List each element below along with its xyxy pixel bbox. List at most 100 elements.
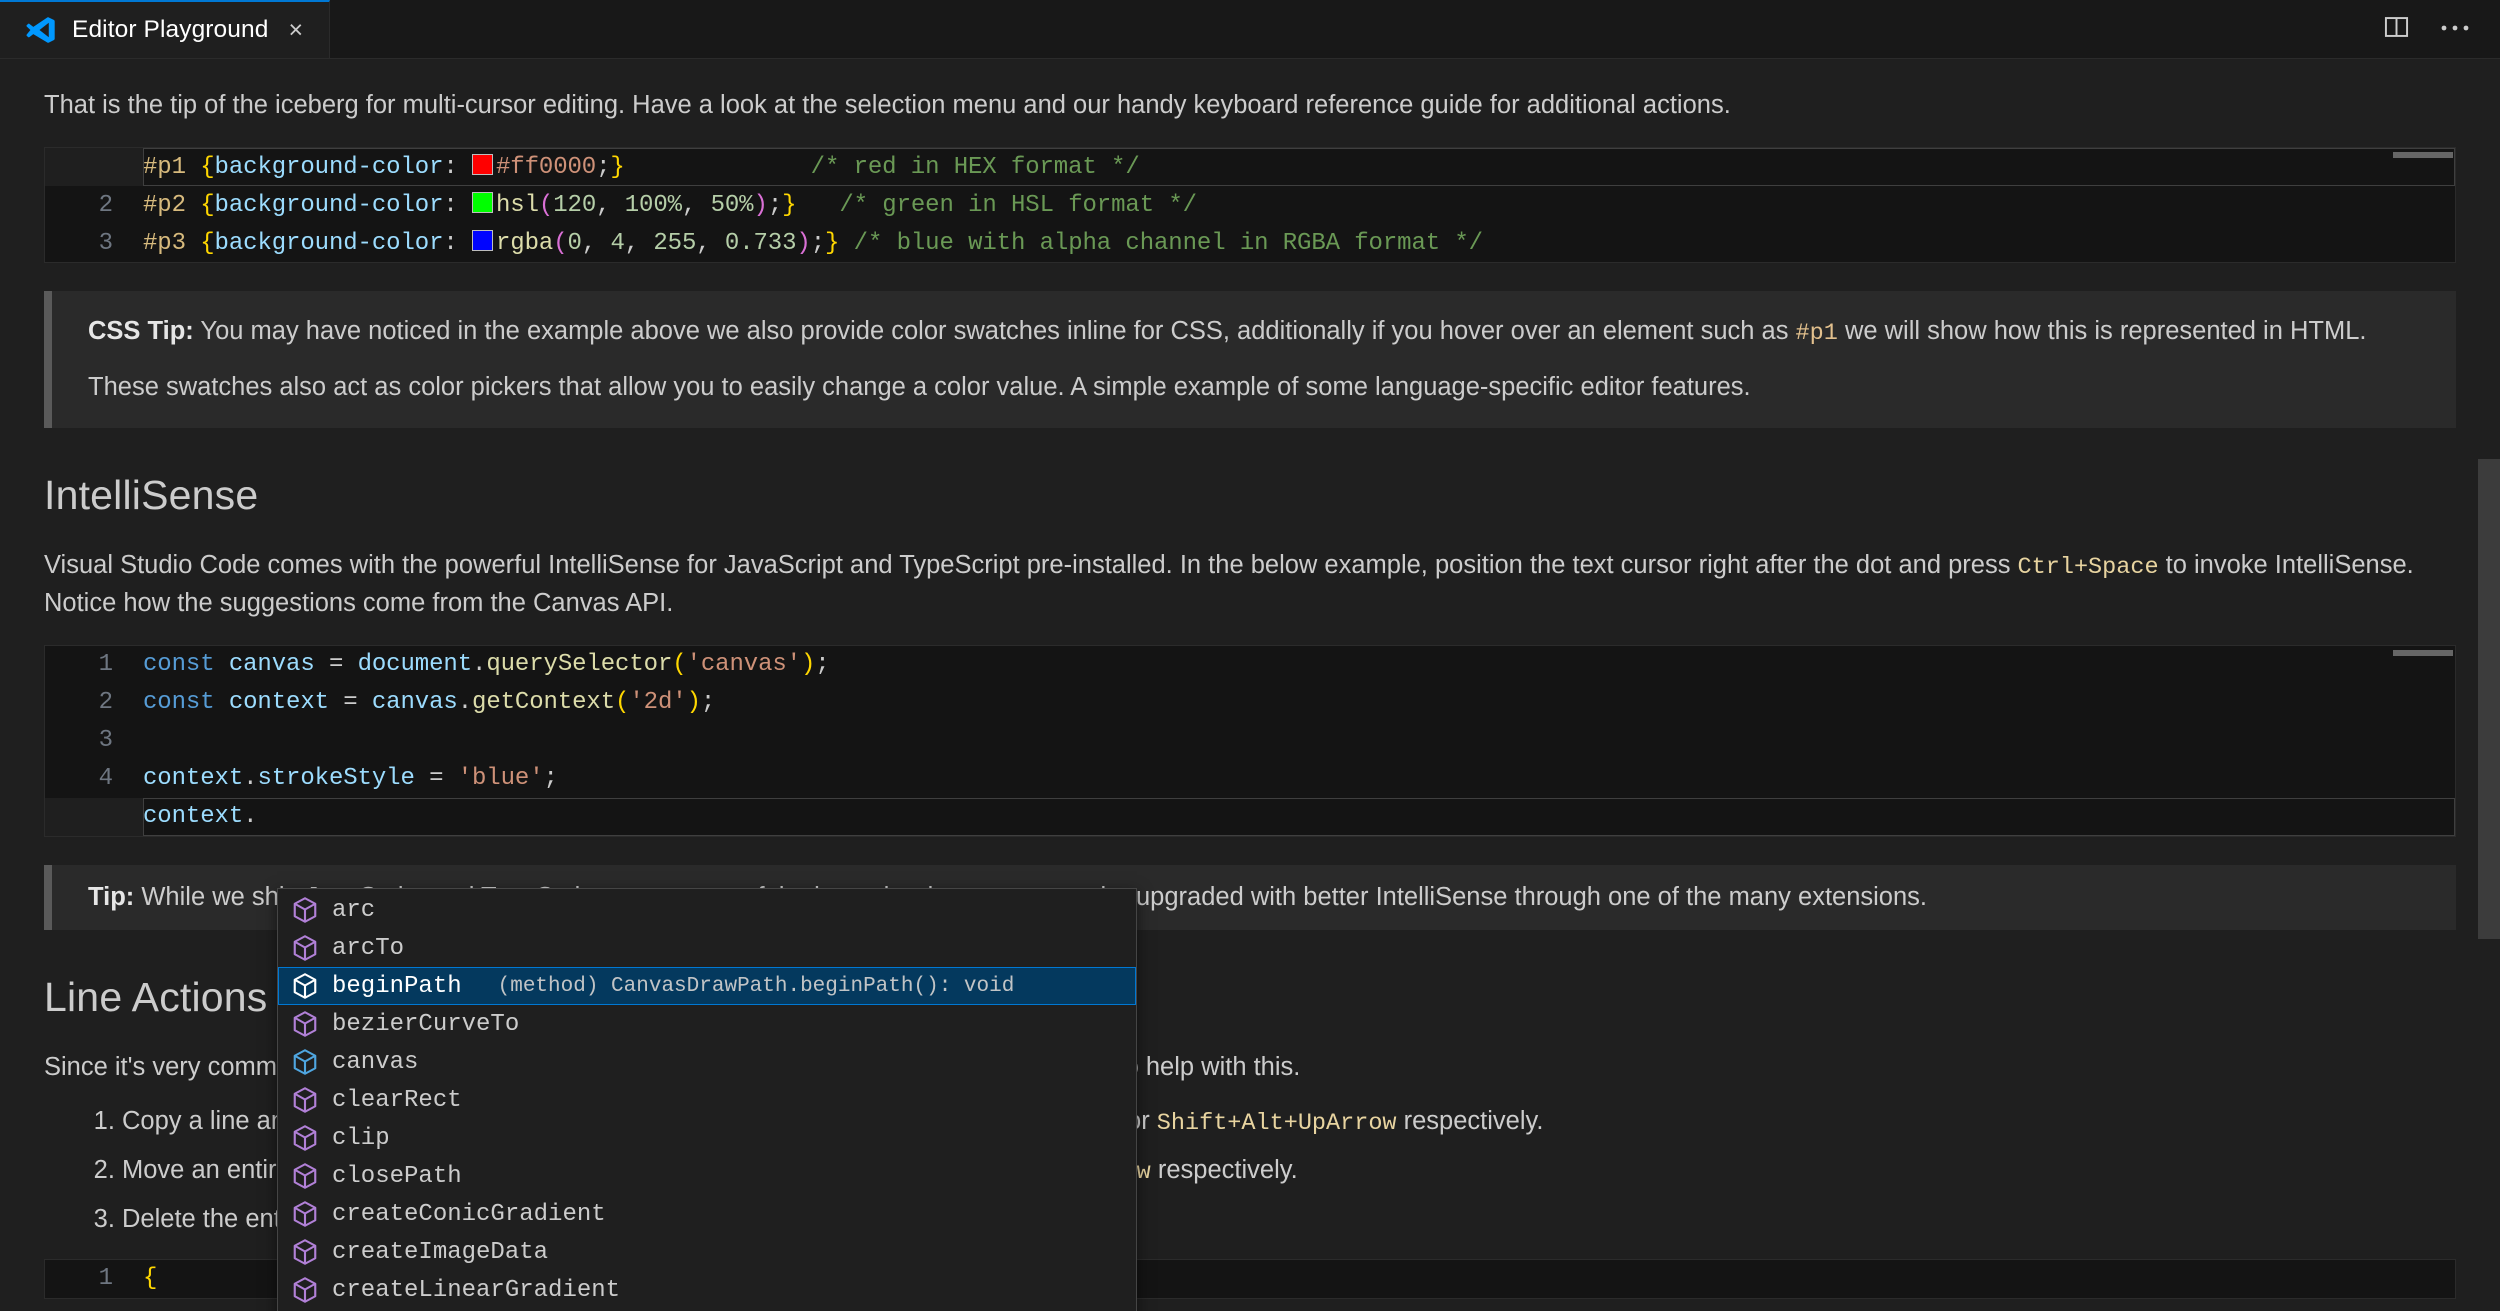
code-token: , xyxy=(682,192,711,219)
suggest-item-clip[interactable]: clip xyxy=(278,1119,1136,1157)
code-line-text: context.strokeStyle = 'blue'; xyxy=(143,765,558,792)
code-token: background-color xyxy=(215,230,444,257)
tab-bar-spacer xyxy=(330,0,2383,58)
color-swatch[interactable] xyxy=(472,230,493,251)
close-icon[interactable]: × xyxy=(288,18,303,43)
code-line[interactable]: 4context.strokeStyle = 'blue'; xyxy=(45,760,2455,798)
editor-actions xyxy=(2383,0,2500,58)
code-token: = xyxy=(415,765,458,792)
code-line[interactable]: 1const canvas = document.querySelector('… xyxy=(45,646,2455,684)
code-line-text: #p3 {background-color: rgba(0, 4, 255, 0… xyxy=(143,230,1483,257)
code-line[interactable]: 3 xyxy=(45,722,2455,760)
code-token: #p1 xyxy=(143,154,200,181)
line-number: 1 xyxy=(45,1265,143,1292)
code-token: ; xyxy=(815,651,829,678)
shortcut-ctrl-space: Ctrl+Space xyxy=(2018,554,2159,581)
editor-vertical-scrollbar[interactable] xyxy=(2478,459,2500,939)
code-token: ( xyxy=(672,651,686,678)
code-token: 4 xyxy=(610,230,624,257)
code-token: /* red in HEX format */ xyxy=(811,154,1140,181)
code-line[interactable]: 3#p3 {background-color: rgba(0, 4, 255, … xyxy=(45,224,2455,262)
code-token: { xyxy=(200,192,214,219)
code-token: ( xyxy=(539,192,553,219)
suggest-item-beginPath[interactable]: beginPath(method) CanvasDrawPath.beginPa… xyxy=(278,967,1136,1005)
code-token xyxy=(625,154,811,181)
code-token: context xyxy=(143,765,243,792)
code-token: . xyxy=(243,803,257,830)
css-tip-callout: CSS Tip: You may have noticed in the exa… xyxy=(44,291,2456,428)
code-token: = xyxy=(329,689,372,716)
code-token: 120 xyxy=(553,192,596,219)
code-token: background-color xyxy=(215,154,444,181)
code-token: ; xyxy=(701,689,715,716)
code-line-text: #p2 {background-color: hsl(120, 100%, 50… xyxy=(143,192,1197,219)
line-number: 2 xyxy=(45,192,143,219)
suggest-item-canvas[interactable]: canvas xyxy=(278,1043,1136,1081)
method-icon xyxy=(290,1237,320,1267)
css-tip-line-2: These swatches also act as color pickers… xyxy=(88,369,2426,406)
suggest-item-bezierCurveTo[interactable]: bezierCurveTo xyxy=(278,1005,1136,1043)
code-line[interactable]: 2const context = canvas.getContext('2d')… xyxy=(45,684,2455,722)
css-tip-label: CSS Tip: xyxy=(88,317,194,345)
code-token: { xyxy=(143,1265,157,1292)
method-icon xyxy=(290,895,320,925)
suggest-item-createLinearGradient[interactable]: createLinearGradient xyxy=(278,1271,1136,1309)
current-line-gutter xyxy=(45,798,143,836)
line-number: 3 xyxy=(45,727,143,754)
code-line[interactable]: 2#p2 {background-color: hsl(120, 100%, 5… xyxy=(45,186,2455,224)
code-token: . xyxy=(243,765,257,792)
intellisense-suggest-widget[interactable]: arc arcTo beginPath(method) CanvasDrawPath… xyxy=(277,888,1137,1311)
code-token: : xyxy=(443,230,472,257)
tip-label: Tip: xyxy=(88,883,134,911)
suggest-item-label: createImageData xyxy=(332,1239,548,1266)
javascript-code-lines: 1const canvas = document.querySelector('… xyxy=(45,646,2455,836)
code-token: 'canvas' xyxy=(687,651,801,678)
code-line-text: #p1 {background-color: #ff0000;} /* red … xyxy=(143,154,1140,181)
code-token: } xyxy=(610,154,624,181)
suggest-item-label: canvas xyxy=(332,1049,418,1076)
code-token: ; xyxy=(768,192,782,219)
code-block-scrollbar[interactable] xyxy=(2393,152,2453,158)
suggest-item-createConicGradient[interactable]: createConicGradient xyxy=(278,1195,1136,1233)
current-line-gutter xyxy=(45,148,143,186)
css-code-block[interactable]: 1#p1 {background-color: #ff0000;} /* red… xyxy=(44,147,2456,263)
playground-document[interactable]: That is the tip of the iceberg for multi… xyxy=(0,59,2500,1311)
code-token: '2d' xyxy=(629,689,686,716)
code-line-text: context. xyxy=(143,803,257,830)
javascript-code-block[interactable]: 1const canvas = document.querySelector('… xyxy=(44,645,2456,837)
tab-editor-playground[interactable]: Editor Playground × xyxy=(0,0,330,58)
suggest-item-closePath[interactable]: closePath xyxy=(278,1157,1136,1195)
js-code-block-scrollbar[interactable] xyxy=(2393,650,2453,656)
intellisense-paragraph: Visual Studio Code comes with the powerf… xyxy=(44,547,2434,621)
color-swatch[interactable] xyxy=(472,154,493,175)
code-token: ( xyxy=(553,230,567,257)
code-token: { xyxy=(200,154,214,181)
suggest-item-clearRect[interactable]: clearRect xyxy=(278,1081,1136,1119)
code-token: 'blue' xyxy=(458,765,544,792)
code-token: const xyxy=(143,651,215,678)
more-actions-icon[interactable] xyxy=(2440,20,2470,38)
code-token: hsl xyxy=(496,192,539,219)
code-token: const xyxy=(143,689,215,716)
code-token: document xyxy=(358,651,472,678)
code-line[interactable]: 5context. xyxy=(45,798,2455,836)
line-number: 3 xyxy=(45,230,143,257)
suggest-item-arc[interactable]: arc xyxy=(278,891,1136,929)
color-swatch[interactable] xyxy=(472,192,493,213)
suggest-item-createImageData[interactable]: createImageData xyxy=(278,1233,1136,1271)
code-token: context xyxy=(229,689,329,716)
suggest-item-arcTo[interactable]: arcTo xyxy=(278,929,1136,967)
editor-tab-bar: Editor Playground × xyxy=(0,0,2500,59)
suggest-item-label: clip xyxy=(332,1125,390,1152)
suggest-item-label: arcTo xyxy=(332,935,404,962)
split-editor-icon[interactable] xyxy=(2383,14,2410,45)
code-token: rgba xyxy=(496,230,553,257)
code-line-text: const canvas = document.querySelector('c… xyxy=(143,651,830,678)
code-token: , xyxy=(696,230,725,257)
code-line[interactable]: 1#p1 {background-color: #ff0000;} /* red… xyxy=(45,148,2455,186)
code-token: getContext xyxy=(472,689,615,716)
code-token: ( xyxy=(615,689,629,716)
code-token: ) xyxy=(796,230,810,257)
css-code-lines: 1#p1 {background-color: #ff0000;} /* red… xyxy=(45,148,2455,262)
code-token: querySelector xyxy=(486,651,672,678)
